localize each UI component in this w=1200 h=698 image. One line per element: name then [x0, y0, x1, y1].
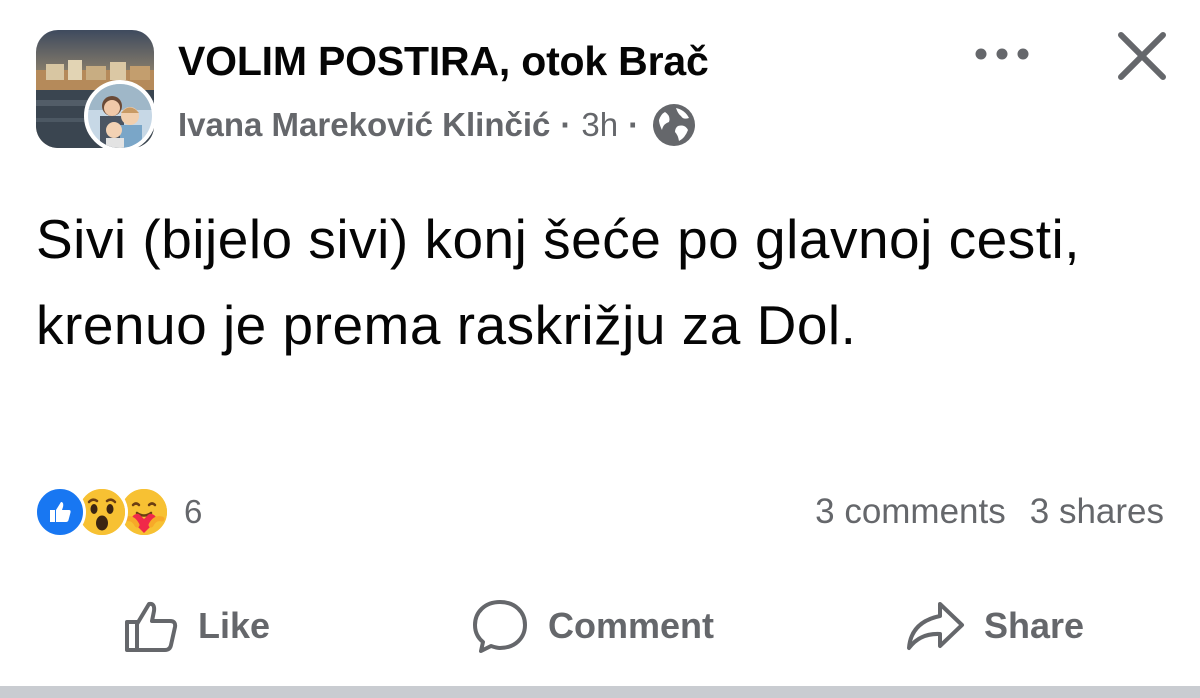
meta-separator: · [628, 106, 640, 143]
like-label: Like [198, 605, 271, 646]
post-actions: Like Comment Share [0, 586, 1200, 666]
reactions-summary[interactable]: 6 [34, 486, 202, 538]
avatar-photo [88, 84, 152, 148]
comments-count-link[interactable]: 3 comments [815, 492, 1006, 532]
like-reaction-icon [34, 486, 86, 538]
more-horizontal-icon[interactable] [970, 34, 1034, 74]
comment-button[interactable]: Comment [470, 586, 714, 666]
like-button[interactable]: Like [122, 586, 270, 666]
thumbs-up-icon [125, 601, 178, 652]
comment-label: Comment [548, 605, 715, 646]
share-button[interactable]: Share [904, 586, 1084, 666]
comment-bubble-icon [473, 600, 527, 653]
post-timestamp[interactable]: 3h [581, 106, 618, 144]
share-arrow-icon [907, 602, 964, 650]
post-meta: Ivana Mareković Klinčić · 3h · [178, 102, 697, 148]
feed-divider [0, 686, 1200, 698]
engagement-stats: 3 comments 3 shares [815, 486, 1164, 538]
close-icon[interactable] [1110, 24, 1174, 88]
share-label: Share [984, 605, 1085, 646]
author-avatar[interactable] [84, 80, 156, 152]
globe-icon[interactable] [651, 102, 697, 148]
author-name[interactable]: Ivana Mareković Klinčić [178, 106, 550, 144]
meta-separator: · [560, 106, 572, 143]
group-name[interactable]: VOLIM POSTIRA, otok Brač [178, 38, 709, 85]
reaction-count: 6 [184, 493, 203, 530]
post-card: VOLIM POSTIRA, otok Brač Ivana Mareković… [0, 0, 1200, 686]
post-text: Sivi (bijelo sivi) konj šeće po glavnoj … [36, 208, 1080, 356]
shares-count-link[interactable]: 3 shares [1030, 492, 1164, 532]
